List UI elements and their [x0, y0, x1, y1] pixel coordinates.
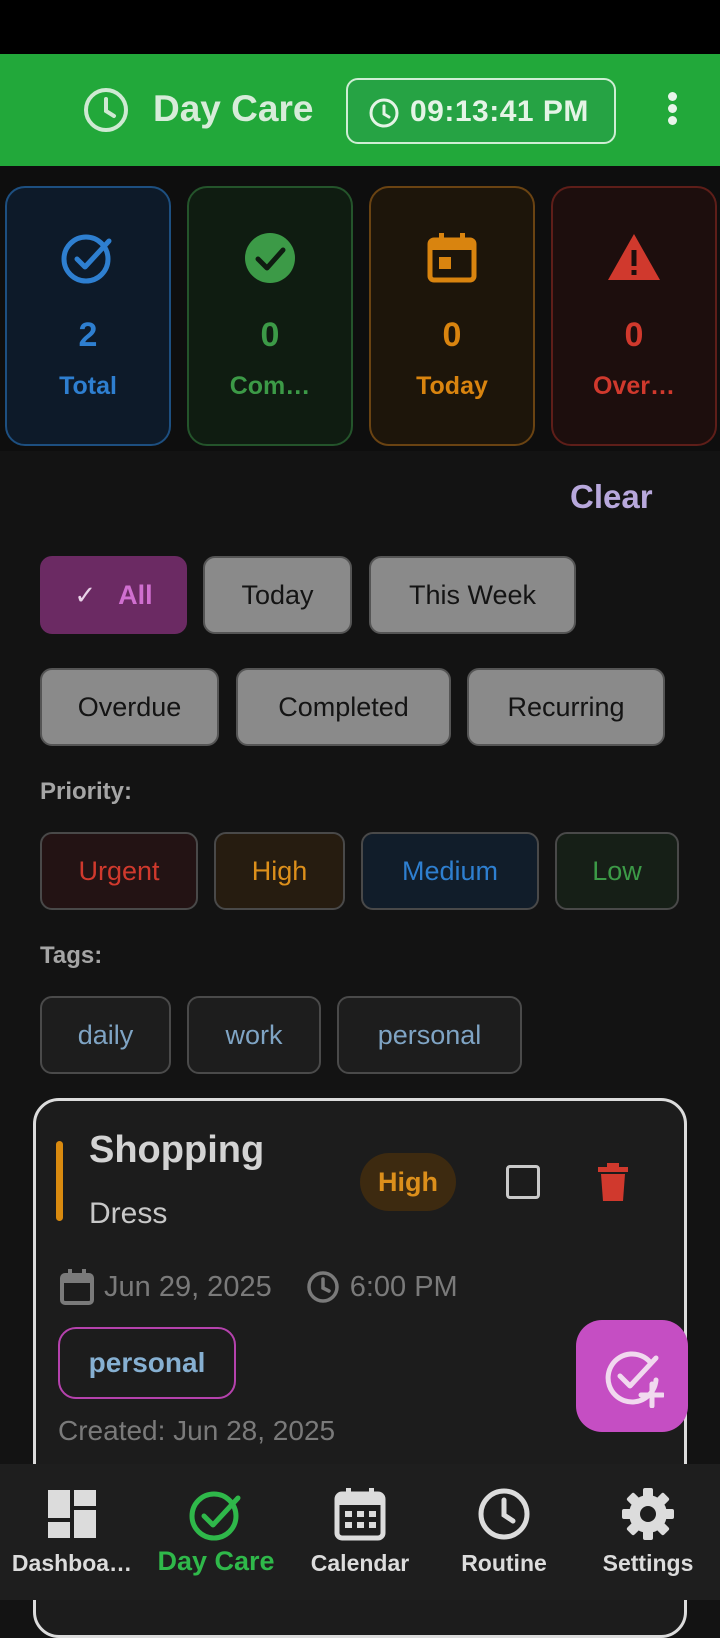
- calendar-today-icon: [427, 233, 477, 283]
- nav-label: Routine: [461, 1550, 547, 1576]
- chip-label: Low: [592, 855, 642, 886]
- calendar-icon: [334, 1488, 386, 1541]
- chip-label: Urgent: [78, 855, 160, 886]
- priority-chip-high[interactable]: High: [214, 832, 345, 910]
- filter-chip-all[interactable]: ✓ All: [40, 556, 187, 634]
- nav-label: Dashboa…: [11, 1550, 133, 1576]
- check-circle-filled-icon: [245, 233, 295, 283]
- clock-icon: [84, 88, 128, 132]
- stat-card-total[interactable]: 2 Total: [5, 186, 171, 446]
- nav-item-routine[interactable]: Routine: [432, 1464, 576, 1600]
- stat-label: Over…: [593, 372, 675, 400]
- stat-value: 0: [624, 316, 644, 354]
- filter-chip-overdue[interactable]: Overdue: [40, 668, 219, 746]
- task-created: Created: Jun 28, 2025: [58, 1415, 336, 1446]
- stat-card-completed[interactable]: 0 Com…: [187, 186, 353, 446]
- chip-label: Medium: [401, 855, 499, 886]
- filter-chip-recurring[interactable]: Recurring: [467, 668, 665, 746]
- task-tag: personal: [58, 1327, 236, 1399]
- chip-label: Overdue: [77, 691, 182, 722]
- status-bar: [0, 0, 720, 54]
- nav-label: Settings: [602, 1550, 694, 1576]
- check-circle-outline-icon: [61, 234, 112, 284]
- complete-checkbox[interactable]: [506, 1165, 540, 1199]
- app-bar: Day Care 09:13:41 PM: [0, 54, 720, 166]
- chip-label: personal: [377, 1019, 482, 1050]
- task-time: 6:00 PM: [349, 1270, 458, 1303]
- task-due: Jun 29, 2025 6:00 PM: [60, 1267, 458, 1307]
- clear-filters-button[interactable]: Clear: [570, 478, 653, 516]
- add-task-button[interactable]: [576, 1320, 688, 1432]
- time-badge: 09:13:41 PM: [346, 78, 616, 144]
- nav-label: Day Care: [157, 1546, 275, 1576]
- task-title: Shopping: [89, 1129, 265, 1171]
- delete-icon[interactable]: [596, 1163, 630, 1201]
- priority-badge: High: [360, 1153, 456, 1211]
- priority-heading: Priority:: [40, 778, 133, 805]
- nav-item-dashboard[interactable]: Dashboa…: [0, 1464, 144, 1600]
- add-task-icon: [605, 1351, 664, 1408]
- chip-label: Recurring: [507, 691, 625, 722]
- filter-chip-today[interactable]: Today: [203, 556, 352, 634]
- stat-label: Today: [416, 372, 488, 400]
- clock-icon: [478, 1488, 530, 1540]
- gear-icon: [622, 1488, 674, 1540]
- more-vert-icon[interactable]: [662, 92, 682, 132]
- nav-item-day-care[interactable]: Day Care: [144, 1464, 288, 1600]
- chip-label: High: [251, 855, 308, 886]
- tag-chip-personal[interactable]: personal: [337, 996, 522, 1074]
- check-circle-outline-icon: [189, 1491, 241, 1541]
- chip-label: Completed: [278, 691, 409, 722]
- bottom-nav: Dashboa… Day Care Calendar Routine Setti…: [0, 1464, 720, 1600]
- tag-chip-daily[interactable]: daily: [40, 996, 171, 1074]
- nav-item-calendar[interactable]: Calendar: [288, 1464, 432, 1600]
- page-title: Day Care: [153, 88, 314, 129]
- check-icon: ✓: [74, 579, 97, 610]
- stat-card-overdue[interactable]: 0 Over…: [551, 186, 717, 446]
- tags-heading: Tags:: [40, 942, 103, 969]
- stat-label: Com…: [229, 372, 311, 400]
- filter-chip-this-week[interactable]: This Week: [369, 556, 576, 634]
- priority-indicator: [56, 1141, 63, 1221]
- chip-label: daily: [77, 1019, 134, 1050]
- nav-item-settings[interactable]: Settings: [576, 1464, 720, 1600]
- nav-label: Calendar: [310, 1550, 410, 1576]
- clock-icon: [369, 98, 399, 128]
- stat-label: Total: [59, 372, 117, 400]
- stat-card-today[interactable]: 0 Today: [369, 186, 535, 446]
- stats-row: 2 Total 0 Com… 0 Today 0 Over…: [0, 166, 720, 451]
- task-description: Dress: [89, 1197, 168, 1230]
- filter-chip-completed[interactable]: Completed: [236, 668, 451, 746]
- chip-label: All: [118, 579, 153, 610]
- priority-chip-urgent[interactable]: Urgent: [40, 832, 198, 910]
- calendar-icon: [60, 1269, 94, 1305]
- stat-value: 0: [260, 316, 280, 354]
- clock-icon: [306, 1271, 339, 1303]
- task-date: Jun 29, 2025: [104, 1270, 272, 1303]
- warning-icon: [608, 234, 660, 280]
- chip-label: Today: [241, 579, 314, 610]
- tag-chip-work[interactable]: work: [187, 996, 321, 1074]
- dashboard-icon: [48, 1490, 96, 1538]
- chip-label: This Week: [408, 579, 537, 610]
- current-time: 09:13:41 PM: [410, 95, 589, 128]
- priority-chip-low[interactable]: Low: [555, 832, 679, 910]
- priority-chip-medium[interactable]: Medium: [361, 832, 539, 910]
- stat-value: 2: [78, 316, 98, 354]
- chip-label: work: [225, 1019, 283, 1050]
- stat-value: 0: [442, 316, 462, 354]
